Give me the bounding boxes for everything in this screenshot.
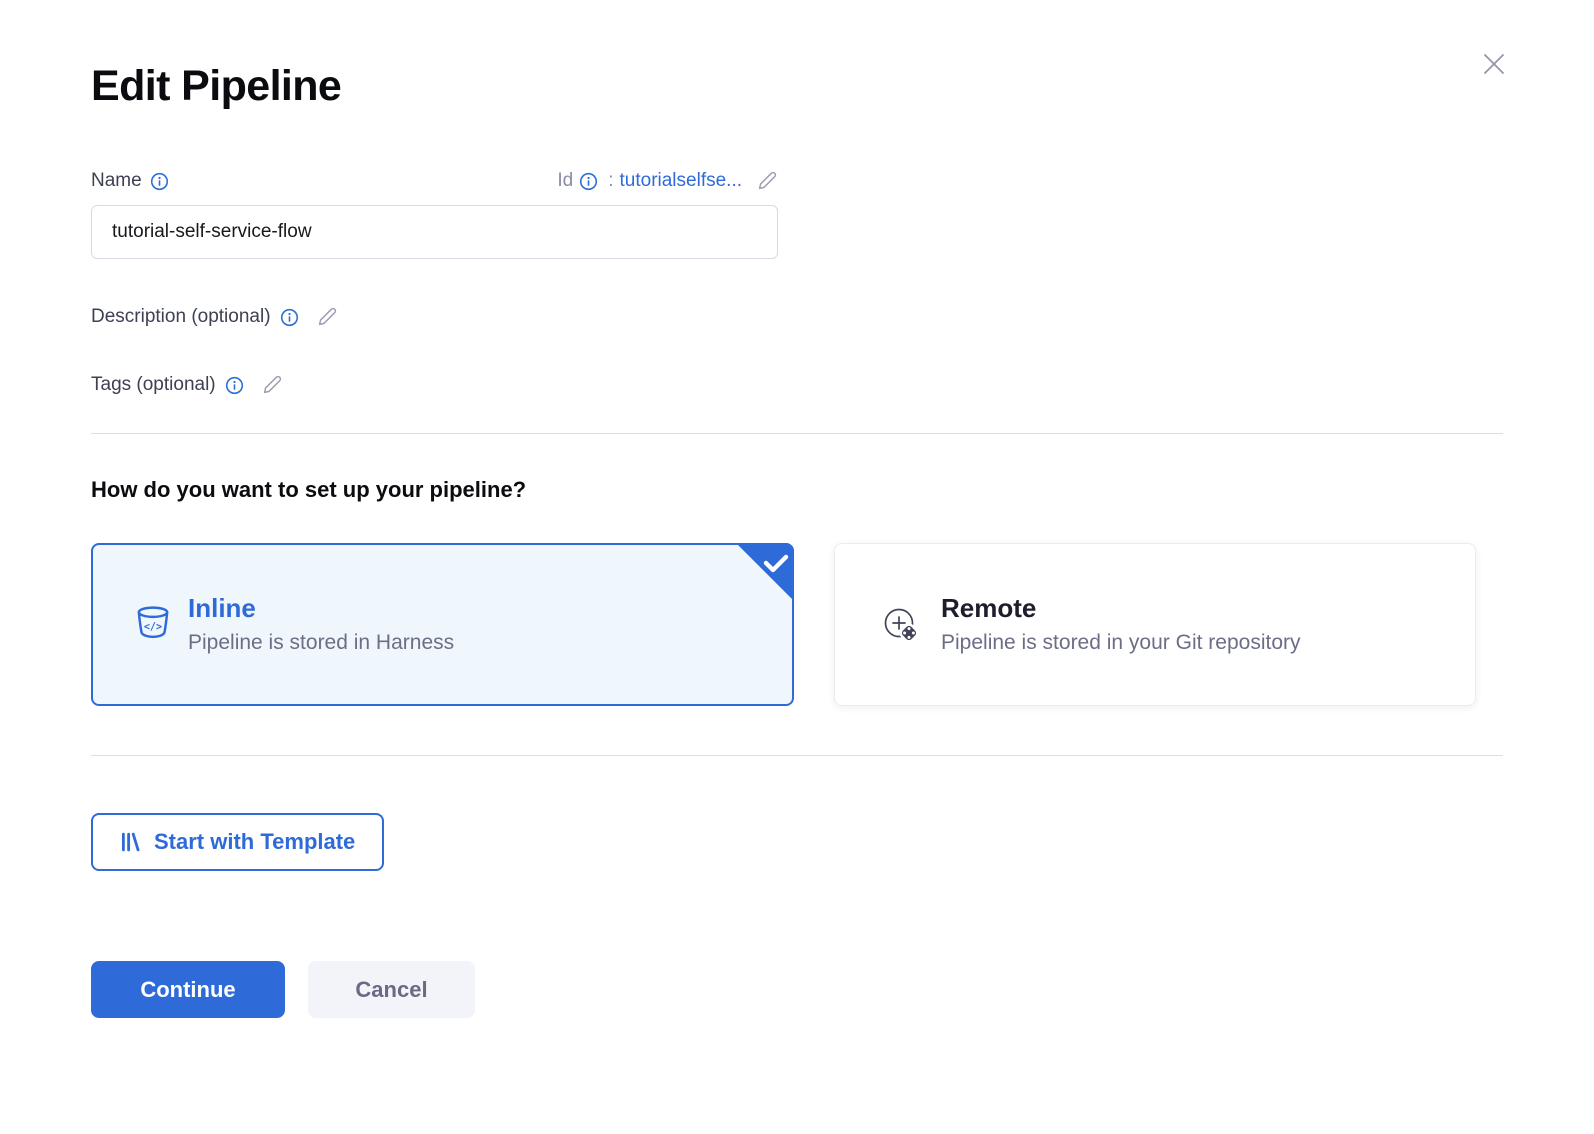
remote-git-store-icon [879, 603, 923, 647]
option-description-remote: Pipeline is stored in your Git repositor… [941, 631, 1301, 655]
edit-id-icon[interactable] [756, 170, 778, 192]
info-icon[interactable] [150, 172, 169, 191]
close-button[interactable] [1476, 46, 1512, 82]
dialog-footer: Continue Cancel [91, 961, 1503, 1018]
option-card-remote[interactable]: Remote Pipeline is stored in your Git re… [834, 543, 1476, 706]
svg-text:</>: </> [144, 621, 162, 632]
continue-button[interactable]: Continue [91, 961, 285, 1018]
dialog-title: Edit Pipeline [91, 62, 1503, 110]
section-divider [91, 433, 1503, 434]
edit-tags-icon[interactable] [261, 374, 283, 396]
info-icon[interactable] [225, 376, 244, 395]
selected-checkmark-icon [736, 543, 794, 601]
pipeline-id-group: Id : tutorialselfse... [557, 170, 778, 192]
pipeline-name-input[interactable] [91, 205, 778, 259]
close-icon [1477, 47, 1511, 81]
description-label: Description (optional) [91, 306, 271, 328]
name-label: Name [91, 170, 142, 192]
start-with-template-label: Start with Template [154, 829, 355, 855]
id-label: Id [557, 170, 573, 192]
option-card-inline[interactable]: </> Inline Pipeline is stored in Harness [91, 543, 794, 706]
tags-row: Tags (optional) [91, 374, 778, 396]
setup-question: How do you want to set up your pipeline? [91, 477, 1503, 503]
template-library-icon [120, 831, 141, 853]
store-type-options: </> Inline Pipeline is stored in Harness [91, 543, 1503, 706]
section-divider [91, 755, 1503, 756]
name-id-row: Name Id : [91, 170, 778, 192]
info-icon[interactable] [579, 172, 598, 191]
description-row: Description (optional) [91, 306, 778, 328]
tags-label: Tags (optional) [91, 374, 216, 396]
edit-description-icon[interactable] [316, 306, 338, 328]
start-with-template-button[interactable]: Start with Template [91, 813, 384, 871]
option-title-remote: Remote [941, 594, 1301, 624]
pipeline-id-value[interactable]: tutorialselfse... [620, 170, 743, 192]
id-separator: : [608, 170, 613, 192]
option-description-inline: Pipeline is stored in Harness [188, 631, 454, 655]
info-icon[interactable] [280, 308, 299, 327]
cancel-button[interactable]: Cancel [308, 961, 475, 1018]
edit-pipeline-dialog: Edit Pipeline Name Id [0, 0, 1594, 1134]
option-title-inline: Inline [188, 594, 454, 624]
inline-harness-store-icon: </> [133, 604, 173, 646]
